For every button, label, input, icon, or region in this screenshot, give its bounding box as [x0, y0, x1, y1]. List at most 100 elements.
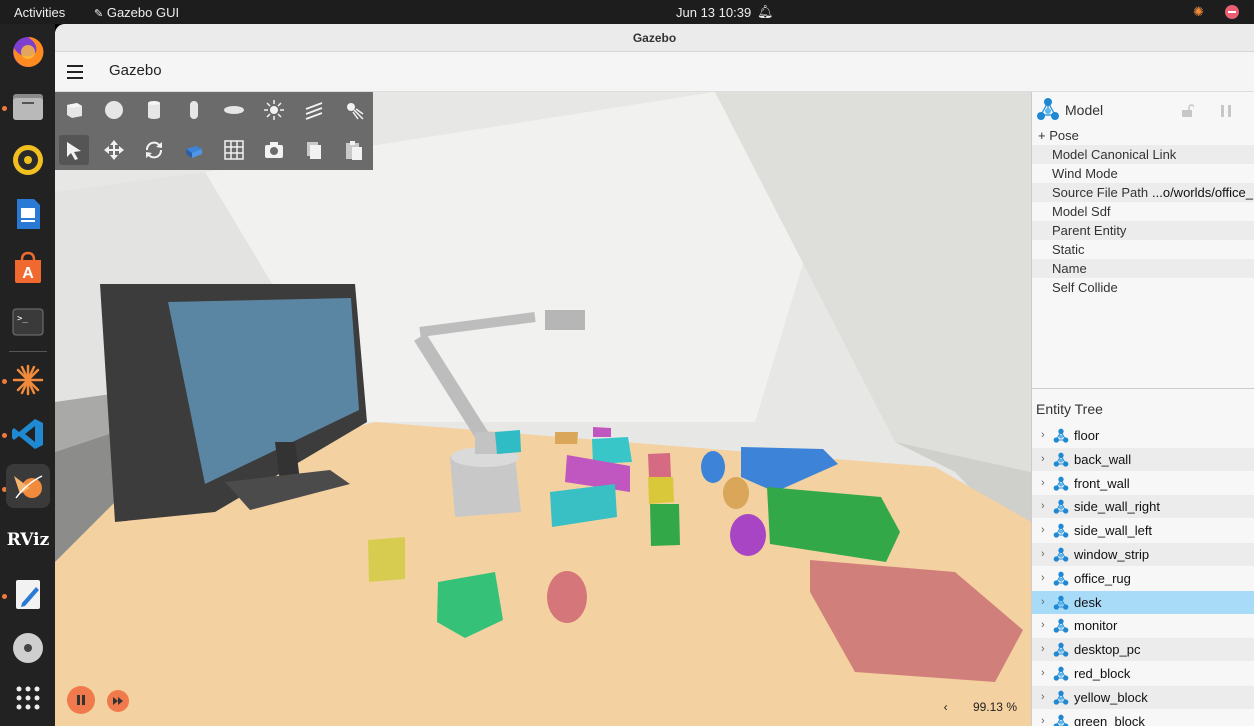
ellipsoid-shape-button[interactable]: [219, 95, 249, 125]
expand-chevron-icon[interactable]: ›: [1041, 710, 1045, 726]
notification-bell-icon[interactable]: 🔔︎: [757, 4, 774, 20]
entity-tree-item[interactable]: › side_wall_left: [1032, 519, 1254, 542]
expand-chevron-icon[interactable]: ›: [1041, 543, 1045, 566]
view-angle-button[interactable]: [179, 135, 209, 165]
real-time-factor: ‹ 99.13 %: [944, 700, 1017, 714]
prop-key: Self Collide: [1052, 280, 1118, 295]
dock-text-editor[interactable]: [6, 572, 50, 616]
select-mode-button[interactable]: [59, 135, 89, 165]
app-menu[interactable]: ✎ Gazebo GUI: [94, 5, 179, 20]
app-center-icon: A: [15, 251, 41, 283]
expand-chevron-icon[interactable]: ›: [1041, 495, 1045, 518]
expand-chevron-icon[interactable]: ›: [1041, 567, 1045, 590]
right-panel: Model + Pose Model Canonical Link Wind M…: [1031, 92, 1254, 726]
entity-tree: Entity Tree › floor › back_wall › front_wall ›…: [1032, 388, 1254, 726]
entity-tree-item[interactable]: › office_rug: [1032, 567, 1254, 590]
clock[interactable]: Jun 13 10:39: [676, 5, 751, 20]
sphere-shape-button[interactable]: [99, 95, 129, 125]
entity-tree-item[interactable]: › desk: [1032, 590, 1254, 614]
dock-firefox[interactable]: [6, 30, 50, 74]
hamburger-menu-icon[interactable]: [67, 65, 83, 79]
directional-light-button[interactable]: [299, 95, 329, 125]
expand-chevron-icon[interactable]: ›: [1041, 424, 1045, 447]
expand-chevron-icon[interactable]: ›: [1041, 614, 1045, 637]
svg-text:>_: >_: [17, 314, 28, 324]
window-titlebar[interactable]: Gazebo: [55, 24, 1254, 52]
entity-tree-item[interactable]: › green_block: [1032, 710, 1254, 726]
dock-gazebo[interactable]: [6, 464, 50, 508]
expand-chevron-icon[interactable]: ›: [1041, 519, 1045, 542]
dock-writer[interactable]: [6, 192, 50, 236]
expand-chevron-icon[interactable]: ›: [1041, 472, 1045, 495]
entity-tree-item[interactable]: › floor: [1032, 424, 1254, 447]
activities-button[interactable]: Activities: [14, 5, 65, 20]
point-light-button[interactable]: [259, 95, 289, 125]
power-menu-icon[interactable]: [1225, 5, 1239, 19]
entity-tree-item-label: red_block: [1074, 666, 1131, 681]
shapes-toolbar: [55, 92, 373, 170]
expand-chevron-icon[interactable]: ›: [1041, 448, 1045, 471]
dock-gazebo-sun[interactable]: [6, 358, 50, 402]
spot-light-icon: [347, 103, 364, 120]
expand-chevron-icon[interactable]: ›: [1041, 591, 1045, 614]
prop-model-canonical-link[interactable]: Model Canonical Link: [1032, 145, 1254, 164]
app-title: Gazebo: [109, 62, 162, 79]
pause-button[interactable]: [67, 686, 95, 714]
prop-parent-entity[interactable]: Parent Entity: [1032, 221, 1254, 240]
scene-render: [55, 92, 1031, 726]
dock-files[interactable]: [6, 84, 50, 128]
dock-disc[interactable]: [6, 626, 50, 670]
expand-chevron-icon[interactable]: ›: [1041, 686, 1045, 709]
rotate-mode-button[interactable]: [139, 135, 169, 165]
prop-key: Wind Mode: [1052, 166, 1118, 181]
paste-button[interactable]: [339, 135, 369, 165]
unlock-icon[interactable]: [1180, 104, 1194, 118]
dock-rhythmbox[interactable]: [6, 138, 50, 182]
prop-source-file-path[interactable]: Source File Path ...o/worlds/office_: [1032, 183, 1254, 202]
pause-updates-icon[interactable]: [1219, 104, 1233, 118]
entity-tree-item[interactable]: › monitor: [1032, 614, 1254, 637]
entity-tree-item[interactable]: › red_block: [1032, 662, 1254, 685]
step-button[interactable]: [107, 690, 129, 712]
gazebo-window: Gazebo Gazebo ‹ 99.13 % Model + Pose Mod…: [55, 24, 1254, 726]
rhythmbox-icon: [13, 145, 43, 175]
prop-name[interactable]: Name: [1032, 259, 1254, 278]
cylinder-shape-button[interactable]: [139, 95, 169, 125]
writer-icon: [17, 199, 40, 229]
entity-tree-item[interactable]: › window_strip: [1032, 543, 1254, 566]
entity-tree-item-label: back_wall: [1074, 451, 1132, 467]
directional-light-icon: [305, 102, 323, 120]
prop-pose[interactable]: + Pose: [1032, 126, 1254, 145]
entity-tree-item[interactable]: › desktop_pc: [1032, 638, 1254, 662]
copy-button[interactable]: [299, 135, 329, 165]
dock-app-center[interactable]: A: [6, 246, 50, 290]
screenshot-button[interactable]: [259, 135, 289, 165]
prop-self-collide[interactable]: Self Collide: [1032, 278, 1254, 297]
entity-tree-item-label: office_rug: [1074, 570, 1131, 586]
prop-static[interactable]: Static: [1032, 240, 1254, 259]
dock-rviz[interactable]: RViz: [6, 518, 50, 562]
grid-button[interactable]: [219, 135, 249, 165]
expand-chevron-icon[interactable]: ›: [1041, 638, 1045, 661]
translate-mode-button[interactable]: [99, 135, 129, 165]
scene-viewport[interactable]: ‹ 99.13 %: [55, 92, 1031, 726]
box-shape-button[interactable]: [59, 95, 89, 125]
component-inspector-header: Model: [1032, 92, 1254, 126]
spot-light-button[interactable]: [339, 95, 369, 125]
capsule-shape-button[interactable]: [179, 95, 209, 125]
terminal-icon: >_: [12, 308, 44, 336]
entity-tree-item[interactable]: › back_wall: [1032, 447, 1254, 471]
gazebo-sun-icon: [12, 364, 44, 396]
stats-expand-button[interactable]: ‹: [944, 700, 948, 714]
prop-wind-mode[interactable]: Wind Mode: [1032, 164, 1254, 183]
entity-tree-item[interactable]: › side_wall_right: [1032, 495, 1254, 519]
dock-terminal[interactable]: >_: [6, 300, 50, 344]
dock-app-grid[interactable]: [6, 676, 50, 720]
gazebo-tray-icon[interactable]: ✺: [1193, 4, 1204, 20]
dock-vscode[interactable]: [6, 412, 50, 456]
prop-model-sdf[interactable]: Model Sdf: [1032, 202, 1254, 221]
expand-chevron-icon[interactable]: ›: [1041, 662, 1045, 685]
entity-tree-item[interactable]: › yellow_block: [1032, 685, 1254, 709]
prop-key: Model Canonical Link: [1052, 147, 1177, 162]
entity-tree-item[interactable]: › front_wall: [1032, 472, 1254, 495]
